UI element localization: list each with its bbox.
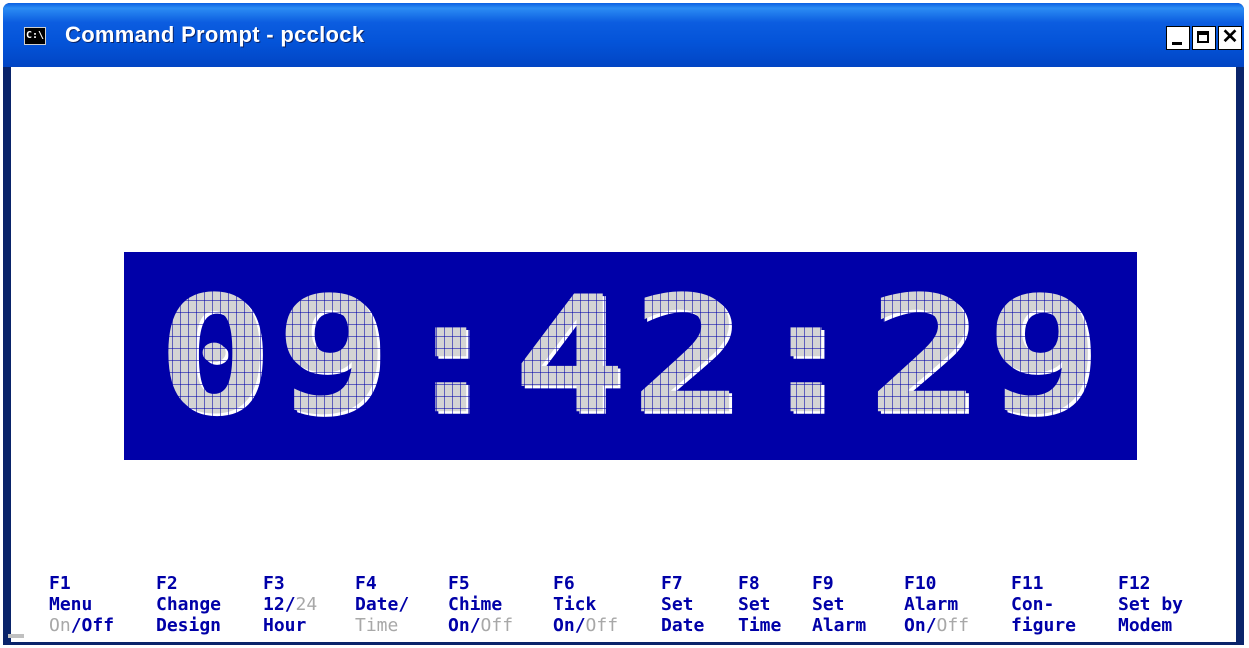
fkey-inactive-option: Off <box>936 615 970 636</box>
fkey-separator: / <box>574 615 586 636</box>
fkey-line3: On/Off <box>553 615 663 636</box>
console-client-area: 09:42:29 F1 Menu On/Off F2 Change Design… <box>11 67 1236 642</box>
fkey-f5[interactable]: F5 Chime On/Off <box>448 573 558 636</box>
fkey-line2: Set by <box>1118 594 1184 615</box>
fkey-inactive-option: Off <box>585 615 619 636</box>
fkey-line2: Change <box>156 594 222 615</box>
fkey-label: F2 <box>156 573 178 594</box>
fkey-separator: / <box>925 615 937 636</box>
fkey-line2: Chime <box>448 594 503 615</box>
fkey-line2: Tick <box>553 594 597 615</box>
close-button[interactable]: ✕ <box>1218 26 1242 50</box>
fkey-active-option: Off <box>81 615 115 636</box>
fkey-line2: Menu <box>49 594 93 615</box>
fkey-f6[interactable]: F6 Tick On/Off <box>553 573 663 636</box>
console-cursor <box>8 634 24 638</box>
fkey-separator: / <box>70 615 82 636</box>
console-app-icon[interactable]: C:\ <box>24 27 46 45</box>
title-bar[interactable]: C:\ Command Prompt - pcclock ✕ <box>3 3 1244 67</box>
function-key-bar: F1 Menu On/Off F2 Change Design F3 12/24… <box>11 573 1236 642</box>
fkey-line2: Con- <box>1011 594 1055 615</box>
fkey-active-option: On <box>448 615 470 636</box>
fkey-line3: Design <box>156 615 222 636</box>
close-icon: ✕ <box>1221 26 1239 48</box>
fkey-line3: Modem <box>1118 615 1173 636</box>
fkey-f12[interactable]: F12 Set by Modem <box>1118 573 1228 636</box>
fkey-active-option: 12 <box>263 594 285 615</box>
fkey-separator: / <box>284 594 296 615</box>
fkey-f2[interactable]: F2 Change Design <box>156 573 266 636</box>
console-window: C:\ Command Prompt - pcclock ✕ 09:42:29 … <box>3 3 1244 645</box>
fkey-active-option: On <box>553 615 575 636</box>
fkey-f10[interactable]: F10 Alarm On/Off <box>904 573 1014 636</box>
fkey-line3: On/Off <box>904 615 1014 636</box>
fkey-separator: / <box>469 615 481 636</box>
fkey-label: F12 <box>1118 573 1151 594</box>
fkey-label: F6 <box>553 573 575 594</box>
fkey-line2: Alarm <box>904 594 959 615</box>
fkey-label: F1 <box>49 573 71 594</box>
fkey-inactive-option: Off <box>480 615 514 636</box>
window-title: Command Prompt - pcclock <box>65 22 365 47</box>
fkey-line3: On/Off <box>49 615 159 636</box>
minimize-button[interactable] <box>1166 26 1190 50</box>
clock-display: 09:42:29 <box>124 252 1137 460</box>
fkey-label: F11 <box>1011 573 1044 594</box>
fkey-f1[interactable]: F1 Menu On/Off <box>49 573 159 636</box>
maximize-button[interactable] <box>1192 26 1216 50</box>
fkey-inactive-option: 24 <box>295 594 318 615</box>
fkey-line3: On/Off <box>448 615 558 636</box>
fkey-active-option: On <box>904 615 926 636</box>
fkey-label: F10 <box>904 573 937 594</box>
fkey-label: F5 <box>448 573 470 594</box>
fkey-line3: figure <box>1011 615 1077 636</box>
clock-time: 09:42:29 <box>156 261 1105 450</box>
fkey-inactive-option: On <box>49 615 71 636</box>
fkey-f11[interactable]: F11 Con- figure <box>1011 573 1121 636</box>
